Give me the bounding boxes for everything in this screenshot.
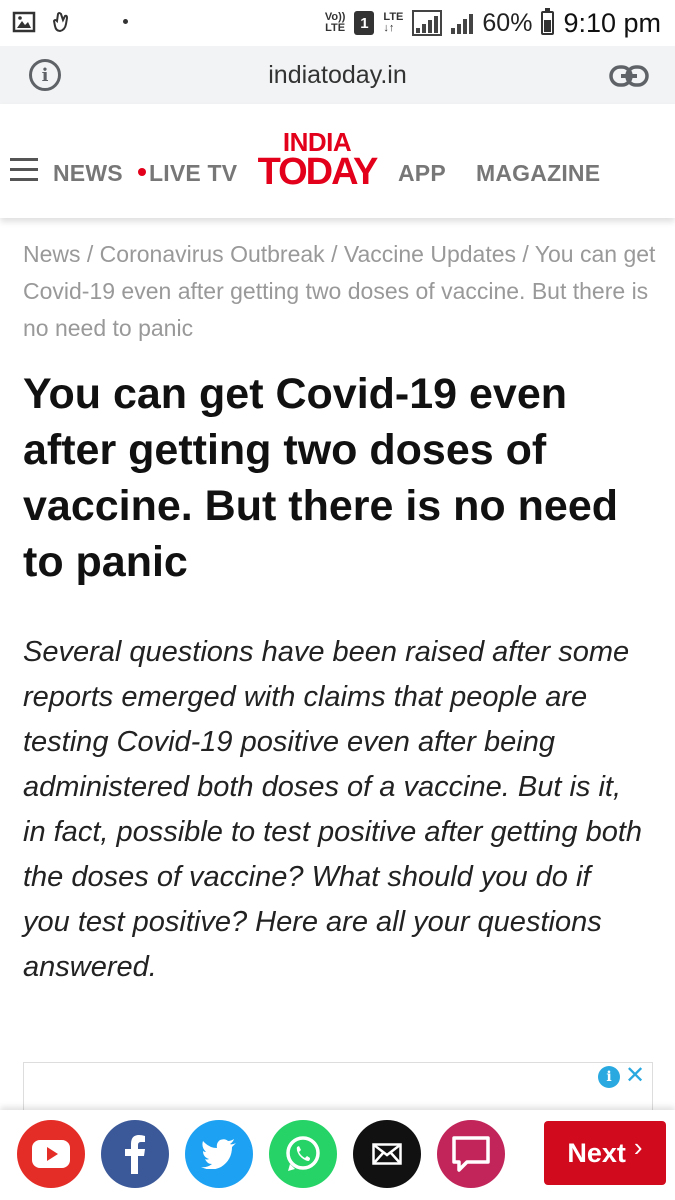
facebook-icon[interactable]	[101, 1120, 169, 1188]
chevron-right-icon: ›	[633, 1131, 643, 1162]
ad-info-icon[interactable]: i	[598, 1066, 620, 1088]
hamburger-menu-icon[interactable]	[10, 158, 38, 182]
browser-url-bar: i indiatoday.in	[0, 46, 675, 104]
link-icon[interactable]	[609, 64, 649, 88]
next-button[interactable]: Next ›	[544, 1121, 666, 1185]
nav-app[interactable]: APP	[398, 160, 446, 187]
battery-icon	[541, 8, 555, 35]
site-header: NEWS LIVE TV INDIA TODAY APP MAGAZINE	[0, 104, 675, 218]
twitter-icon[interactable]	[185, 1120, 253, 1188]
india-today-logo[interactable]: INDIA TODAY	[250, 129, 384, 193]
signal-strength-icon	[412, 10, 443, 36]
mail-icon[interactable]	[353, 1120, 421, 1188]
live-dot-icon	[138, 167, 146, 176]
nav-news[interactable]: NEWS	[53, 160, 123, 187]
nav-magazine[interactable]: MAGAZINE	[476, 160, 600, 187]
battery-percent: 60%	[482, 8, 533, 37]
lte-indicator: LTE ↓↑	[383, 11, 404, 34]
youtube-icon[interactable]	[17, 1120, 85, 1188]
next-label: Next	[567, 1137, 626, 1168]
article-summary: Several questions have been raised after…	[23, 636, 643, 983]
clock: 9:10 pm	[563, 7, 661, 38]
sim-indicator: 1	[354, 11, 375, 35]
signal-strength-icon-2	[451, 12, 474, 34]
notification-dot	[123, 19, 128, 24]
breadcrumb[interactable]: News / Coronavirus Outbreak / Vaccine Up…	[23, 236, 658, 347]
comment-icon[interactable]	[437, 1120, 505, 1188]
ad-close-icon[interactable]: ✕	[624, 1064, 646, 1088]
gesture-icon	[52, 12, 69, 33]
url-text[interactable]: indiatoday.in	[0, 61, 675, 90]
status-bar: Vo)) LTE 1 LTE ↓↑ 60% 9:10 pm	[0, 0, 675, 46]
share-bar: Next ›	[0, 1110, 675, 1200]
nav-live-tv[interactable]: LIVE TV	[138, 160, 237, 187]
logo-line-2: TODAY	[257, 151, 379, 193]
whatsapp-icon[interactable]	[269, 1120, 337, 1188]
article-headline: You can get Covid-19 even after getting …	[23, 370, 619, 586]
gallery-icon	[12, 11, 36, 33]
volte-indicator: Vo)) LTE	[324, 11, 346, 34]
